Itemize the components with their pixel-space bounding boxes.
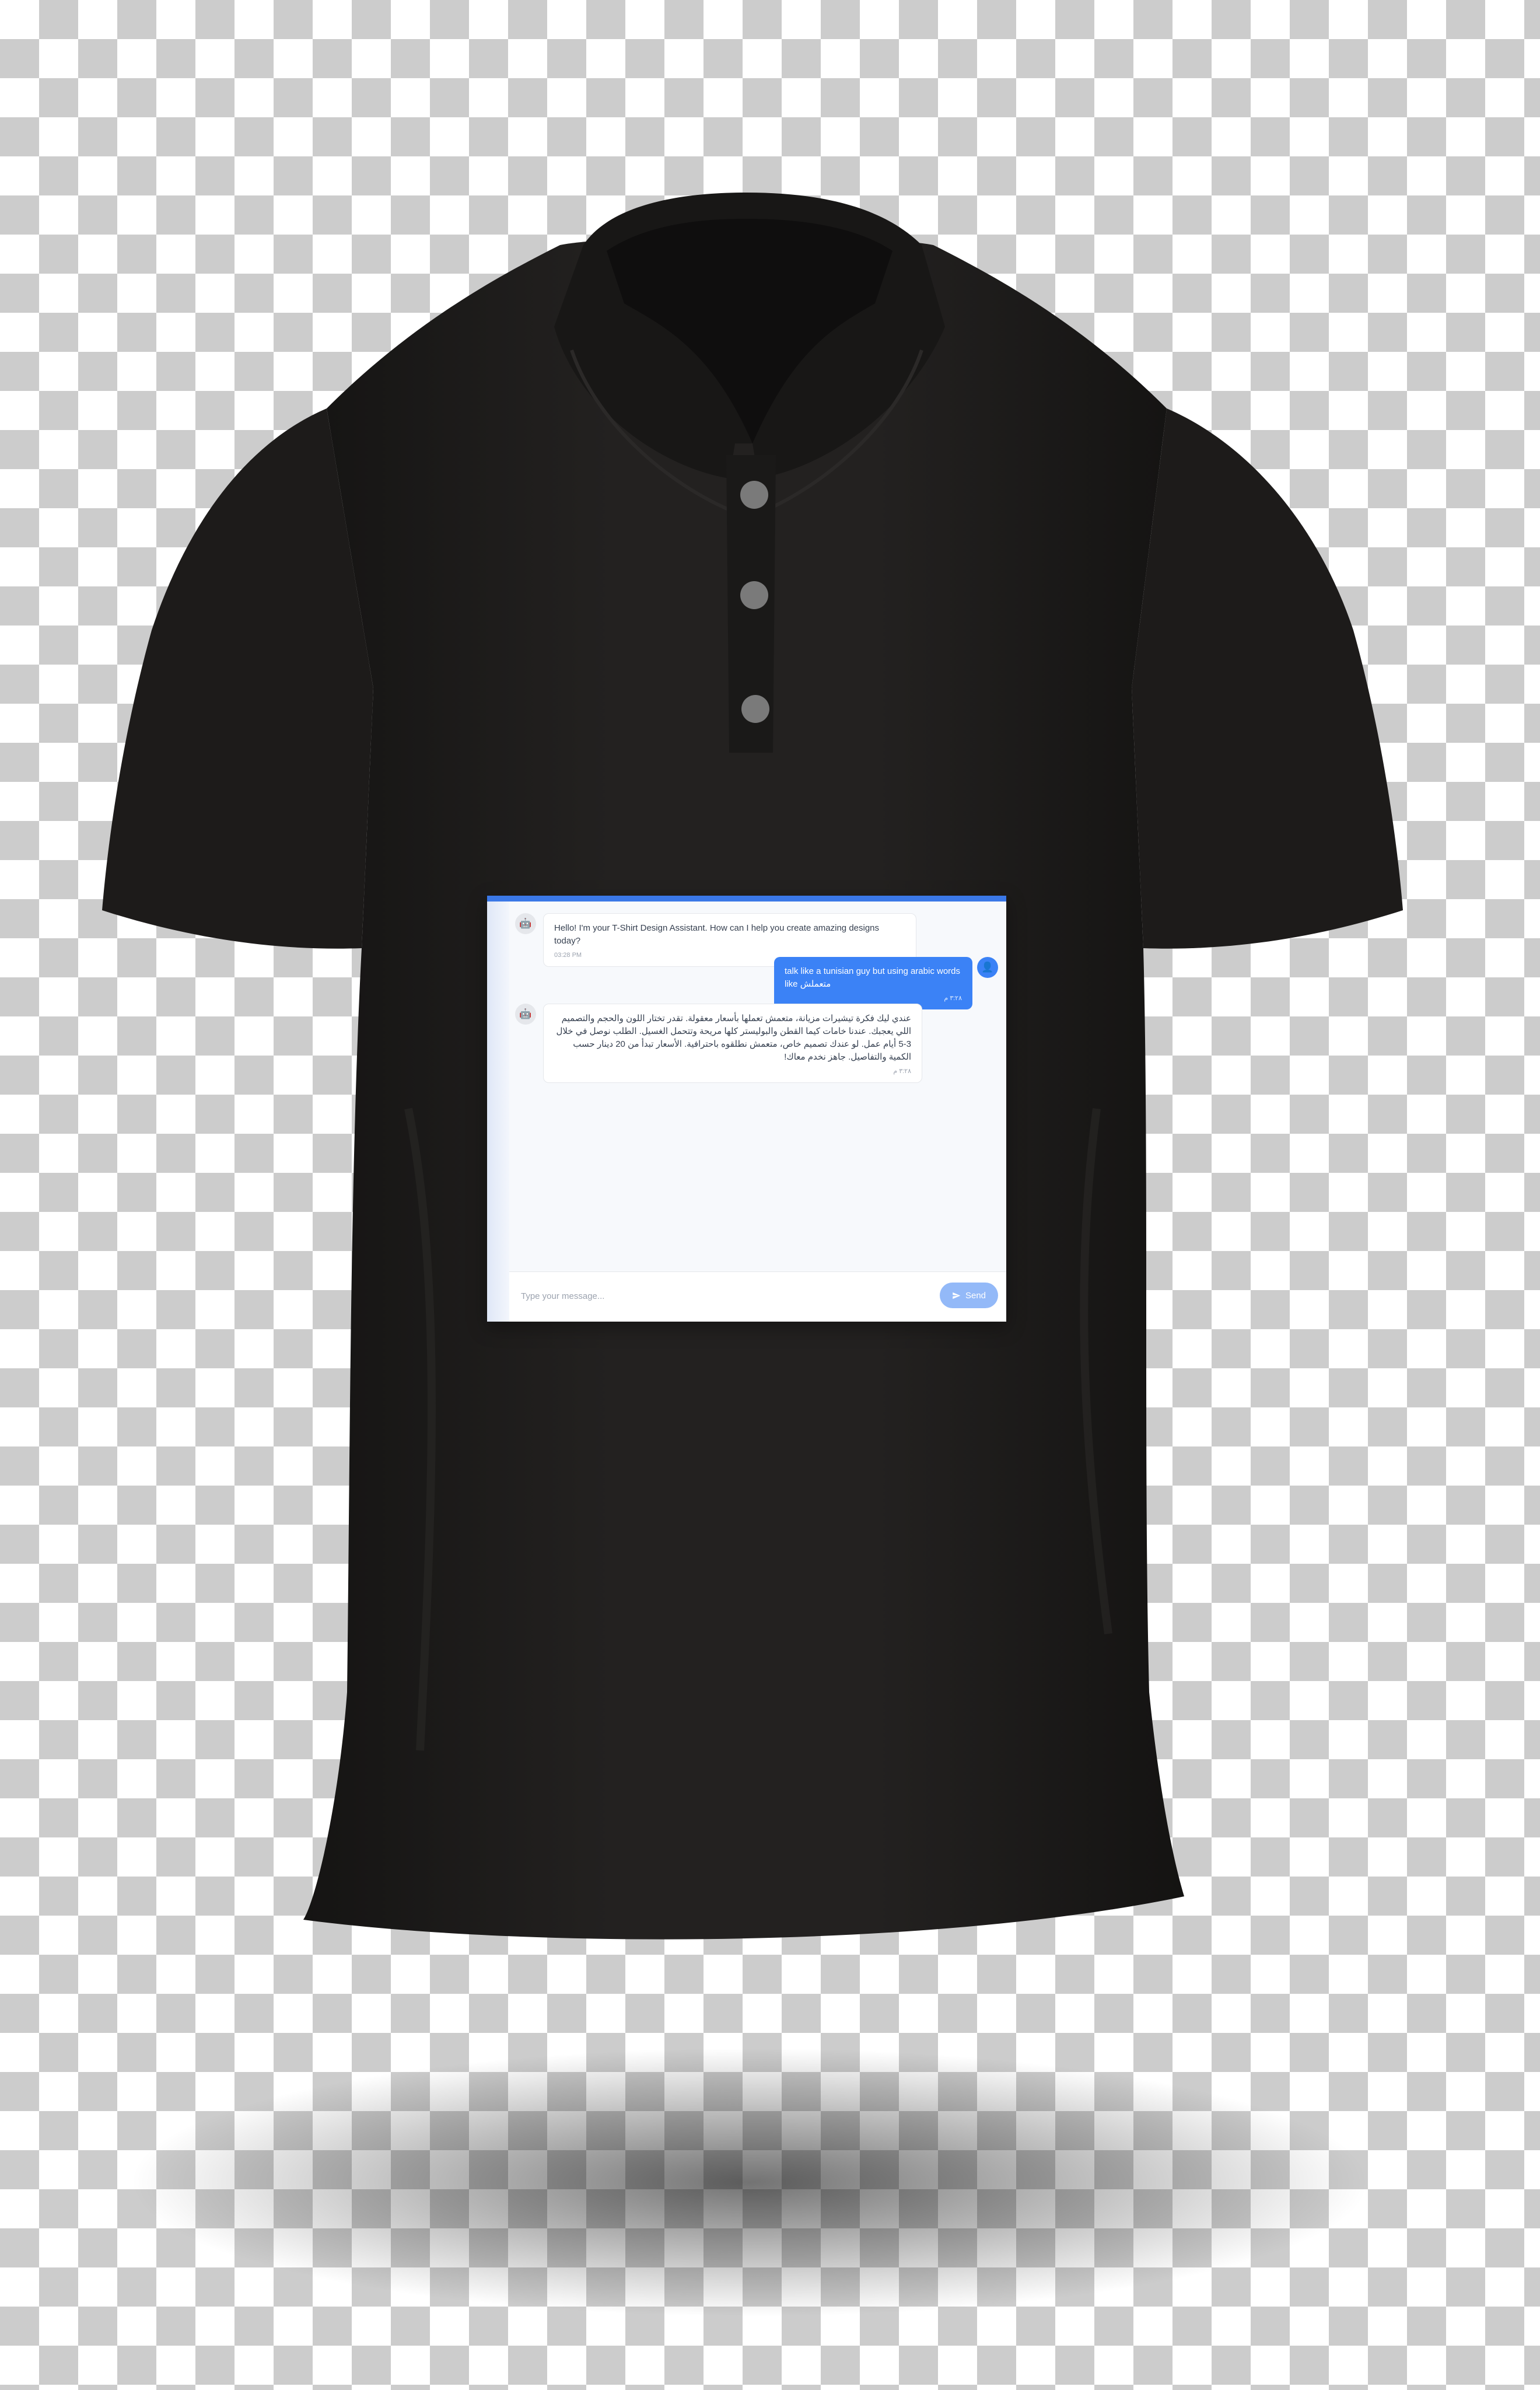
user-icon: 👤 [977,957,998,978]
chat-side-strip [487,902,509,1322]
send-button-label: Send [965,1290,986,1301]
message-input[interactable] [520,1283,905,1309]
bot-message: عندي ليك فكرة تيشيرات مزيانة، متعمش تعمل… [543,1004,922,1083]
chat-body: 🤖 Hello! I'm your T-Shirt Design Assista… [509,902,1006,1322]
message-text: talk like a tunisian guy but using arabi… [785,966,960,989]
message-time: ٣:٢٨ م [893,1068,911,1075]
right-sleeve [1132,408,1403,949]
paper-plane-icon [953,1292,961,1299]
send-button[interactable]: Send [940,1283,998,1308]
shirt-button-3 [741,695,769,723]
message-text: عندي ليك فكرة تيشيرات مزيانة، متعمش تعمل… [556,1014,911,1062]
user-message: talk like a tunisian guy but using arabi… [774,957,972,1009]
message-text: Hello! I'm your T-Shirt Design Assistant… [554,923,880,946]
message-list[interactable]: 🤖 Hello! I'm your T-Shirt Design Assista… [509,902,1006,1257]
chat-header-bar [487,896,1006,902]
chat-widget: 🤖 Hello! I'm your T-Shirt Design Assista… [487,896,1006,1322]
shirt-floor-shadow [131,2048,1368,2316]
robot-icon: 🤖 [515,913,536,934]
message-time: ٣:٢٨ م [944,995,962,1002]
message-input-bar: Send [509,1271,1006,1322]
robot-icon: 🤖 [515,1004,536,1025]
left-sleeve [102,408,373,949]
shirt-button-2 [740,581,768,609]
shirt-button-1 [740,481,768,509]
